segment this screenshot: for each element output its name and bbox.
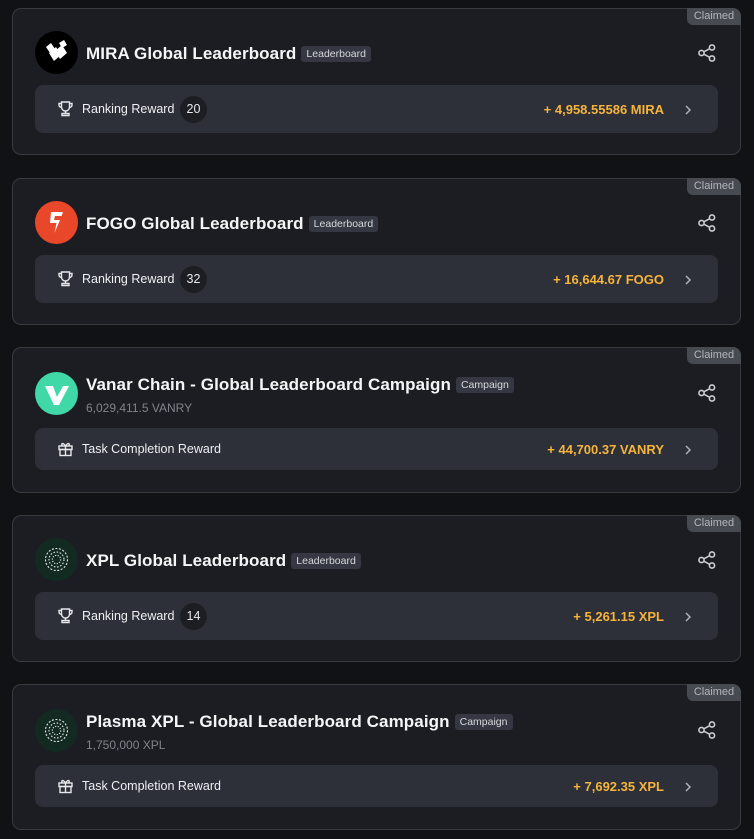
claimed-badge: Claimed bbox=[687, 178, 741, 195]
reward-row[interactable]: Ranking Reward 32 + 16,644.67 FOGO bbox=[35, 255, 718, 303]
leaderboard-card-fogo[interactable]: Claimed FOGO Global Leaderboard Leaderbo… bbox=[12, 178, 741, 325]
xpl-logo bbox=[35, 709, 78, 752]
share-icon[interactable] bbox=[697, 383, 717, 403]
pool-total: 6,029,411.5 VANRY bbox=[86, 401, 193, 415]
chevron-right-icon[interactable] bbox=[682, 103, 694, 115]
reward-label: Ranking Reward bbox=[82, 102, 175, 116]
reward-label: Ranking Reward bbox=[82, 272, 175, 286]
reward-row[interactable]: Task Completion Reward + 44,700.37 VANRY bbox=[35, 428, 718, 470]
card-title: MIRA Global Leaderboard bbox=[86, 44, 297, 63]
share-icon[interactable] bbox=[697, 550, 717, 570]
chevron-right-icon[interactable] bbox=[682, 443, 694, 455]
trophy-icon bbox=[57, 100, 74, 117]
pool-total: 1,750,000 XPL bbox=[86, 738, 166, 752]
share-icon[interactable] bbox=[697, 213, 717, 233]
rank-badge: 14 bbox=[180, 603, 207, 630]
chevron-right-icon[interactable] bbox=[682, 780, 694, 792]
leaderboard-card-plasma-xpl[interactable]: Claimed Plasma XPL - Global Leaderboard … bbox=[12, 684, 741, 830]
type-badge: Campaign bbox=[454, 714, 513, 730]
reward-amount: + 16,644.67 FOGO bbox=[553, 272, 664, 287]
leaderboard-card-xpl[interactable]: Claimed XPL Global Leaderboard Leaderboa… bbox=[12, 515, 741, 662]
reward-label: Task Completion Reward bbox=[82, 779, 221, 793]
claimed-badge: Claimed bbox=[687, 515, 741, 532]
type-badge: Campaign bbox=[455, 377, 514, 393]
mira-logo bbox=[35, 31, 78, 74]
gift-icon bbox=[57, 777, 74, 794]
card-title: FOGO Global Leaderboard bbox=[86, 214, 304, 233]
share-icon[interactable] bbox=[697, 43, 717, 63]
type-badge: Leaderboard bbox=[291, 553, 361, 569]
reward-amount: + 44,700.37 VANRY bbox=[547, 442, 664, 457]
reward-row[interactable]: Ranking Reward 14 + 5,261.15 XPL bbox=[35, 592, 718, 640]
chevron-right-icon[interactable] bbox=[682, 610, 694, 622]
reward-row[interactable]: Task Completion Reward + 7,692.35 XPL bbox=[35, 765, 718, 807]
leaderboard-card-vanar[interactable]: Claimed Vanar Chain - Global Leaderboard… bbox=[12, 347, 741, 493]
reward-label: Ranking Reward bbox=[82, 609, 175, 623]
fogo-logo bbox=[35, 201, 78, 244]
gift-icon bbox=[57, 440, 74, 457]
vanar-logo bbox=[35, 372, 78, 415]
type-badge: Leaderboard bbox=[301, 46, 371, 62]
trophy-icon bbox=[57, 607, 74, 624]
rank-badge: 32 bbox=[180, 266, 207, 293]
card-title: Vanar Chain - Global Leaderboard Campaig… bbox=[86, 375, 451, 394]
card-title: Plasma XPL - Global Leaderboard Campaign bbox=[86, 712, 450, 731]
reward-label: Task Completion Reward bbox=[82, 442, 221, 456]
reward-row[interactable]: Ranking Reward 20 + 4,958.55586 MIRA bbox=[35, 85, 718, 133]
claimed-badge: Claimed bbox=[687, 8, 741, 25]
reward-amount: + 5,261.15 XPL bbox=[573, 609, 664, 624]
claimed-badge: Claimed bbox=[687, 347, 741, 364]
rank-badge: 20 bbox=[180, 96, 207, 123]
share-icon[interactable] bbox=[697, 720, 717, 740]
reward-amount: + 7,692.35 XPL bbox=[573, 779, 664, 794]
claimed-badge: Claimed bbox=[687, 684, 741, 701]
xpl-logo bbox=[35, 538, 78, 581]
leaderboard-card-mira[interactable]: Claimed MIRA Global Leaderboard Leaderbo… bbox=[12, 8, 741, 155]
chevron-right-icon[interactable] bbox=[682, 273, 694, 285]
reward-amount: + 4,958.55586 MIRA bbox=[543, 102, 664, 117]
type-badge: Leaderboard bbox=[308, 216, 379, 232]
card-title: XPL Global Leaderboard bbox=[86, 551, 287, 570]
trophy-icon bbox=[57, 270, 74, 287]
